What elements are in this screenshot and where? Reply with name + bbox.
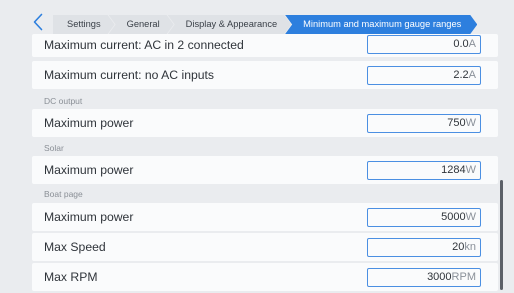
value-input-no-ac-inputs[interactable]: 2.2A bbox=[367, 66, 481, 85]
breadcrumb-settings[interactable]: Settings bbox=[53, 15, 115, 34]
scrollbar[interactable] bbox=[500, 180, 503, 290]
section-header-solar: Solar bbox=[44, 143, 64, 153]
setting-label: Max Speed bbox=[44, 240, 106, 254]
value-input-max-rpm[interactable]: 3000RPM bbox=[367, 268, 481, 287]
value-input-ac-in-2[interactable]: 0.0A bbox=[367, 35, 481, 54]
back-button[interactable] bbox=[30, 11, 46, 33]
value-number: 2.2 bbox=[453, 69, 469, 81]
value-unit: W bbox=[465, 117, 476, 129]
setting-row-max-rpm[interactable]: Max RPM 3000RPM bbox=[32, 263, 498, 291]
setting-row-solar-max-power[interactable]: Maximum power 1284W bbox=[32, 156, 498, 184]
setting-row-ac-in-2[interactable]: Maximum current: AC in 2 connected 0.0A bbox=[32, 34, 498, 57]
setting-label: Maximum current: no AC inputs bbox=[44, 68, 215, 82]
setting-row-dc-max-power[interactable]: Maximum power 750W bbox=[32, 109, 498, 137]
header-bar: Settings General Display & Appearance Mi… bbox=[0, 0, 514, 36]
setting-label: Maximum power bbox=[44, 163, 134, 177]
value-unit: RPM bbox=[451, 271, 476, 283]
value-unit: W bbox=[465, 164, 476, 176]
setting-row-boat-max-power[interactable]: Maximum power 5000W bbox=[32, 203, 498, 231]
breadcrumb-display-appearance[interactable]: Display & Appearance bbox=[168, 15, 291, 34]
value-number: 1284 bbox=[441, 164, 466, 176]
value-number: 750 bbox=[447, 117, 466, 129]
value-input-max-speed[interactable]: 20kn bbox=[367, 238, 481, 257]
value-unit: W bbox=[465, 211, 476, 223]
value-input-boat-max-power[interactable]: 5000W bbox=[367, 208, 481, 227]
setting-row-no-ac-inputs[interactable]: Maximum current: no AC inputs 2.2A bbox=[32, 61, 498, 89]
setting-label: Max RPM bbox=[44, 270, 98, 284]
value-unit: A bbox=[468, 38, 476, 50]
breadcrumb: Settings General Display & Appearance Mi… bbox=[53, 15, 471, 34]
setting-row-max-speed[interactable]: Max Speed 20kn bbox=[32, 233, 498, 261]
value-number: 0.0 bbox=[453, 38, 469, 50]
value-number: 20 bbox=[452, 241, 465, 253]
value-unit: kn bbox=[464, 241, 476, 253]
value-number: 5000 bbox=[441, 211, 466, 223]
value-input-solar-max-power[interactable]: 1284W bbox=[367, 161, 481, 180]
value-number: 3000 bbox=[427, 271, 452, 283]
setting-label: Maximum power bbox=[44, 210, 134, 224]
setting-label: Maximum power bbox=[44, 116, 134, 130]
setting-label: Maximum current: AC in 2 connected bbox=[44, 38, 244, 52]
section-header-dc-output: DC output bbox=[44, 96, 83, 106]
chevron-left-icon bbox=[33, 13, 43, 31]
value-input-dc-max-power[interactable]: 750W bbox=[367, 114, 481, 133]
breadcrumb-general[interactable]: General bbox=[109, 15, 174, 34]
section-header-boat-page: Boat page bbox=[44, 189, 83, 199]
breadcrumb-gauge-ranges: Minimum and maximum gauge ranges bbox=[285, 15, 477, 34]
value-unit: A bbox=[468, 69, 476, 81]
